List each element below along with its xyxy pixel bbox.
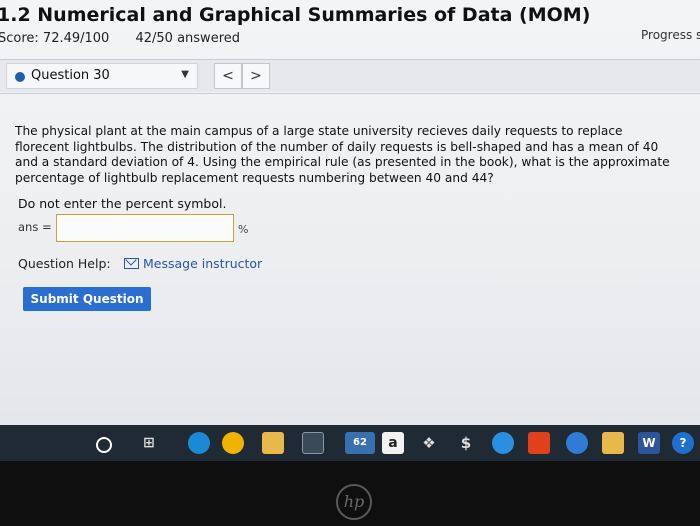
question-select[interactable]: Question 30 ▼ — [6, 63, 198, 89]
dropbox-icon[interactable]: ❖ — [418, 432, 440, 454]
browser-screen: 1.2 Numerical and Graphical Summaries of… — [0, 0, 700, 425]
help-icon[interactable]: ? — [672, 432, 694, 454]
question-help-label: Question Help: — [18, 256, 111, 271]
task-view-icon[interactable]: ⊞ — [138, 432, 160, 454]
chrome-browser-icon[interactable] — [222, 432, 244, 454]
amazon-icon[interactable]: a — [382, 432, 404, 454]
question-status-dot-icon — [15, 72, 25, 82]
page-header: 1.2 Numerical and Graphical Summaries of… — [0, 0, 700, 58]
mail-badge: 62 — [353, 437, 367, 448]
folder-icon[interactable] — [602, 432, 624, 454]
mail-icon[interactable]: 62 — [345, 432, 375, 454]
percent-unit: % — [238, 223, 249, 236]
office-icon[interactable] — [528, 432, 550, 454]
envelope-icon — [124, 258, 139, 269]
answered-count: 42/50 answered — [135, 31, 240, 46]
submit-question-button[interactable]: Submit Question — [23, 287, 151, 311]
hp-logo: hp — [336, 484, 372, 520]
message-instructor-link[interactable]: Message instructor — [124, 256, 262, 271]
skype-icon[interactable]: $ — [455, 432, 477, 454]
app-circle-icon[interactable] — [492, 432, 514, 454]
progress-link[interactable]: Progress s — [641, 28, 700, 42]
file-explorer-icon[interactable] — [262, 432, 284, 454]
windows-taskbar: ⊞ 62 a ❖ $ W ? — [0, 425, 700, 461]
store-icon[interactable] — [302, 432, 324, 454]
caret-down-icon: ▼ — [181, 69, 189, 80]
next-question-button[interactable]: > — [242, 63, 270, 89]
edge-browser-icon[interactable] — [188, 432, 210, 454]
page-title: 1.2 Numerical and Graphical Summaries of… — [0, 4, 591, 26]
previous-question-button[interactable]: < — [214, 63, 242, 89]
question-select-label: Question 30 — [31, 68, 110, 83]
answer-input[interactable] — [56, 214, 234, 242]
score-text: Score: 72.49/100 — [0, 31, 110, 46]
message-instructor-label: Message instructor — [143, 256, 263, 271]
score-row: Score: 72.49/100 42/50 answered — [0, 31, 262, 46]
search-circle-icon[interactable] — [96, 437, 112, 453]
question-text: The physical plant at the main campus of… — [15, 124, 670, 185]
answer-label: ans = — [18, 220, 52, 234]
discord-icon[interactable] — [566, 432, 588, 454]
word-icon[interactable]: W — [638, 432, 660, 454]
answer-note: Do not enter the percent symbol. — [18, 196, 227, 211]
divider — [0, 93, 700, 94]
